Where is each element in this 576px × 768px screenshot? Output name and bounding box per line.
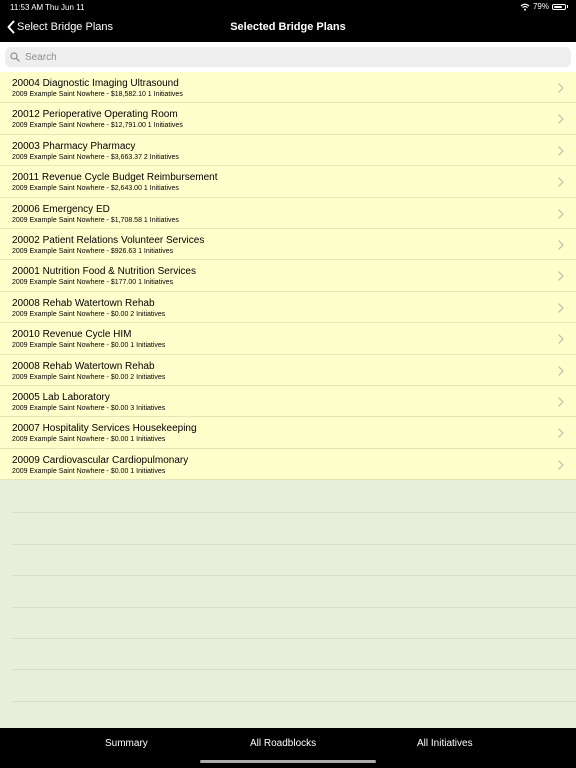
plan-subtitle: 2009 Example Saint Nowhere - $0.00 1 Ini…: [12, 436, 166, 444]
empty-row-separator: [12, 545, 576, 577]
chevron-right-icon: [558, 334, 564, 344]
chevron-right-icon: [558, 240, 564, 250]
list-item[interactable]: 20005 Lab Laboratory 2009 Example Saint N…: [0, 385, 576, 418]
wifi-icon: [520, 3, 530, 11]
chevron-right-icon: [558, 271, 564, 281]
search-field-container[interactable]: [5, 47, 571, 67]
plan-subtitle: 2009 Example Saint Nowhere - $0.00 2 Ini…: [12, 373, 166, 381]
list-item[interactable]: 20007 Hospitality Services Housekeeping 2…: [0, 417, 576, 449]
plan-title: 20012 Perioperative Operating Room: [12, 109, 178, 121]
list-item[interactable]: 20009 Cardiovascular Cardiopulmonary 2009…: [0, 448, 576, 481]
chevron-right-icon: [558, 428, 564, 438]
list-item[interactable]: 20011 Revenue Cycle Budget Reimbursement…: [0, 166, 576, 198]
chevron-right-icon: [558, 177, 564, 187]
chevron-right-icon: [558, 460, 564, 470]
page-title: Selected Bridge Plans: [230, 21, 346, 33]
plan-title: 20009 Cardiovascular Cardiopulmonary: [12, 454, 189, 466]
battery-icon: [552, 3, 566, 10]
empty-row-separator: [12, 608, 576, 639]
plan-subtitle: 2009 Example Saint Nowhere - $18,582.10 …: [12, 91, 183, 98]
tab-all-initiatives[interactable]: All Initiatives: [417, 738, 473, 749]
list-item[interactable]: 20001 Nutrition Food & Nutrition Service…: [0, 260, 576, 292]
plan-title: 20008 Rehab Watertown Rehab: [12, 297, 155, 309]
plan-title: 20006 Emergency ED: [12, 203, 110, 215]
plan-title: 20001 Nutrition Food & Nutrition Service…: [12, 266, 196, 278]
battery-tip: [567, 5, 568, 8]
chevron-right-icon: [558, 303, 564, 313]
battery-fill: [554, 5, 562, 8]
plan-subtitle: 2009 Example Saint Nowhere - $3,663.37 2…: [12, 153, 179, 161]
plan-title: 20011 Revenue Cycle Budget Reimbursement: [12, 172, 218, 184]
status-bar: 11:53 AM Thu Jun 11 79%: [0, 0, 576, 14]
navigation-bar: Select Bridge Plans Selected Bridge Plan…: [0, 14, 576, 42]
search-icon: [10, 52, 20, 62]
status-time: 11:53 AM: [10, 3, 44, 12]
empty-row-separator: [12, 513, 576, 545]
list-item[interactable]: 20002 Patient Relations Volunteer Servic…: [0, 228, 576, 261]
chevron-right-icon: [558, 114, 564, 125]
status-date: Thu Jun 11: [45, 3, 85, 12]
app-window: 11:53 AM Thu Jun 11 79% Select Bridge Pl…: [0, 0, 576, 768]
chevron-right-icon: [558, 365, 564, 376]
home-indicator[interactable]: [200, 760, 376, 763]
plan-title: 20003 Pharmacy Pharmacy: [12, 140, 136, 152]
list-item[interactable]: 20006 Emergency ED 2009 Example Saint Now…: [0, 197, 576, 229]
plan-subtitle: 2009 Example Saint Nowhere - $0.00 1 Ini…: [12, 342, 166, 350]
search-input[interactable]: [23, 50, 547, 64]
list-item[interactable]: 20004 Diagnostic Imaging Ultrasound 2009 …: [0, 72, 576, 104]
empty-row-separator: [12, 576, 576, 608]
plan-subtitle: 2009 Example Saint Nowhere - $0.00 1 Ini…: [12, 467, 166, 475]
plan-list: 20004 Diagnostic Imaging Ultrasound 2009 …: [0, 72, 576, 481]
plan-title: 20007 Hospitality Services Housekeeping: [12, 423, 197, 435]
chevron-right-icon: [558, 146, 564, 156]
plan-subtitle: 2009 Example Saint Nowhere - $177.00 1 I…: [12, 279, 174, 287]
status-indicators: 79%: [520, 2, 568, 11]
empty-row-separator: [12, 670, 576, 702]
plan-title: 20010 Revenue Cycle HIM: [12, 329, 132, 341]
plan-subtitle: 2009 Example Saint Nowhere - $0.00 3 Ini…: [12, 404, 166, 412]
empty-row-separator: [12, 482, 576, 514]
plan-subtitle: 2009 Example Saint Nowhere - $1,708.58 1…: [12, 216, 179, 224]
list-item[interactable]: 20010 Revenue Cycle HIM 2009 Example Sain…: [0, 323, 576, 355]
list-item[interactable]: 20012 Perioperative Operating Room 2009 E…: [0, 103, 576, 135]
tab-bar: Summary All Roadblocks All Initiatives: [0, 728, 576, 768]
chevron-right-icon: [558, 397, 564, 407]
search-bar: [0, 42, 576, 72]
list-item[interactable]: 20008 Rehab Watertown Rehab 2009 Example …: [0, 291, 576, 324]
list-item[interactable]: 20003 Pharmacy Pharmacy 2009 Example Sain…: [0, 134, 576, 167]
plan-subtitle: 2009 Example Saint Nowhere - $12,791.00 …: [12, 122, 183, 130]
tab-all-roadblocks[interactable]: All Roadblocks: [250, 738, 316, 749]
chevron-right-icon: [558, 83, 564, 93]
plan-title: 20008 Rehab Watertown Rehab: [12, 360, 155, 372]
empty-row-separator: [12, 639, 576, 671]
plan-title: 20002 Patient Relations Volunteer Servic…: [12, 234, 205, 246]
plan-title: 20005 Lab Laboratory: [12, 391, 110, 403]
plan-subtitle: 2009 Example Saint Nowhere - $2,643.00 1…: [12, 185, 179, 193]
plan-title: 20004 Diagnostic Imaging Ultrasound: [12, 78, 179, 89]
tab-summary[interactable]: Summary: [105, 738, 148, 749]
list-item[interactable]: 20008 Rehab Watertown Rehab 2009 Example …: [0, 354, 576, 386]
plan-subtitle: 2009 Example Saint Nowhere - $926.63 1 I…: [12, 247, 174, 255]
empty-rows: [0, 482, 576, 734]
plan-subtitle: 2009 Example Saint Nowhere - $0.00 2 Ini…: [12, 310, 166, 318]
chevron-right-icon: [558, 208, 564, 219]
battery-percent: 79%: [532, 2, 549, 11]
plan-list-area[interactable]: 20004 Diagnostic Imaging Ultrasound 2009 …: [0, 72, 576, 734]
